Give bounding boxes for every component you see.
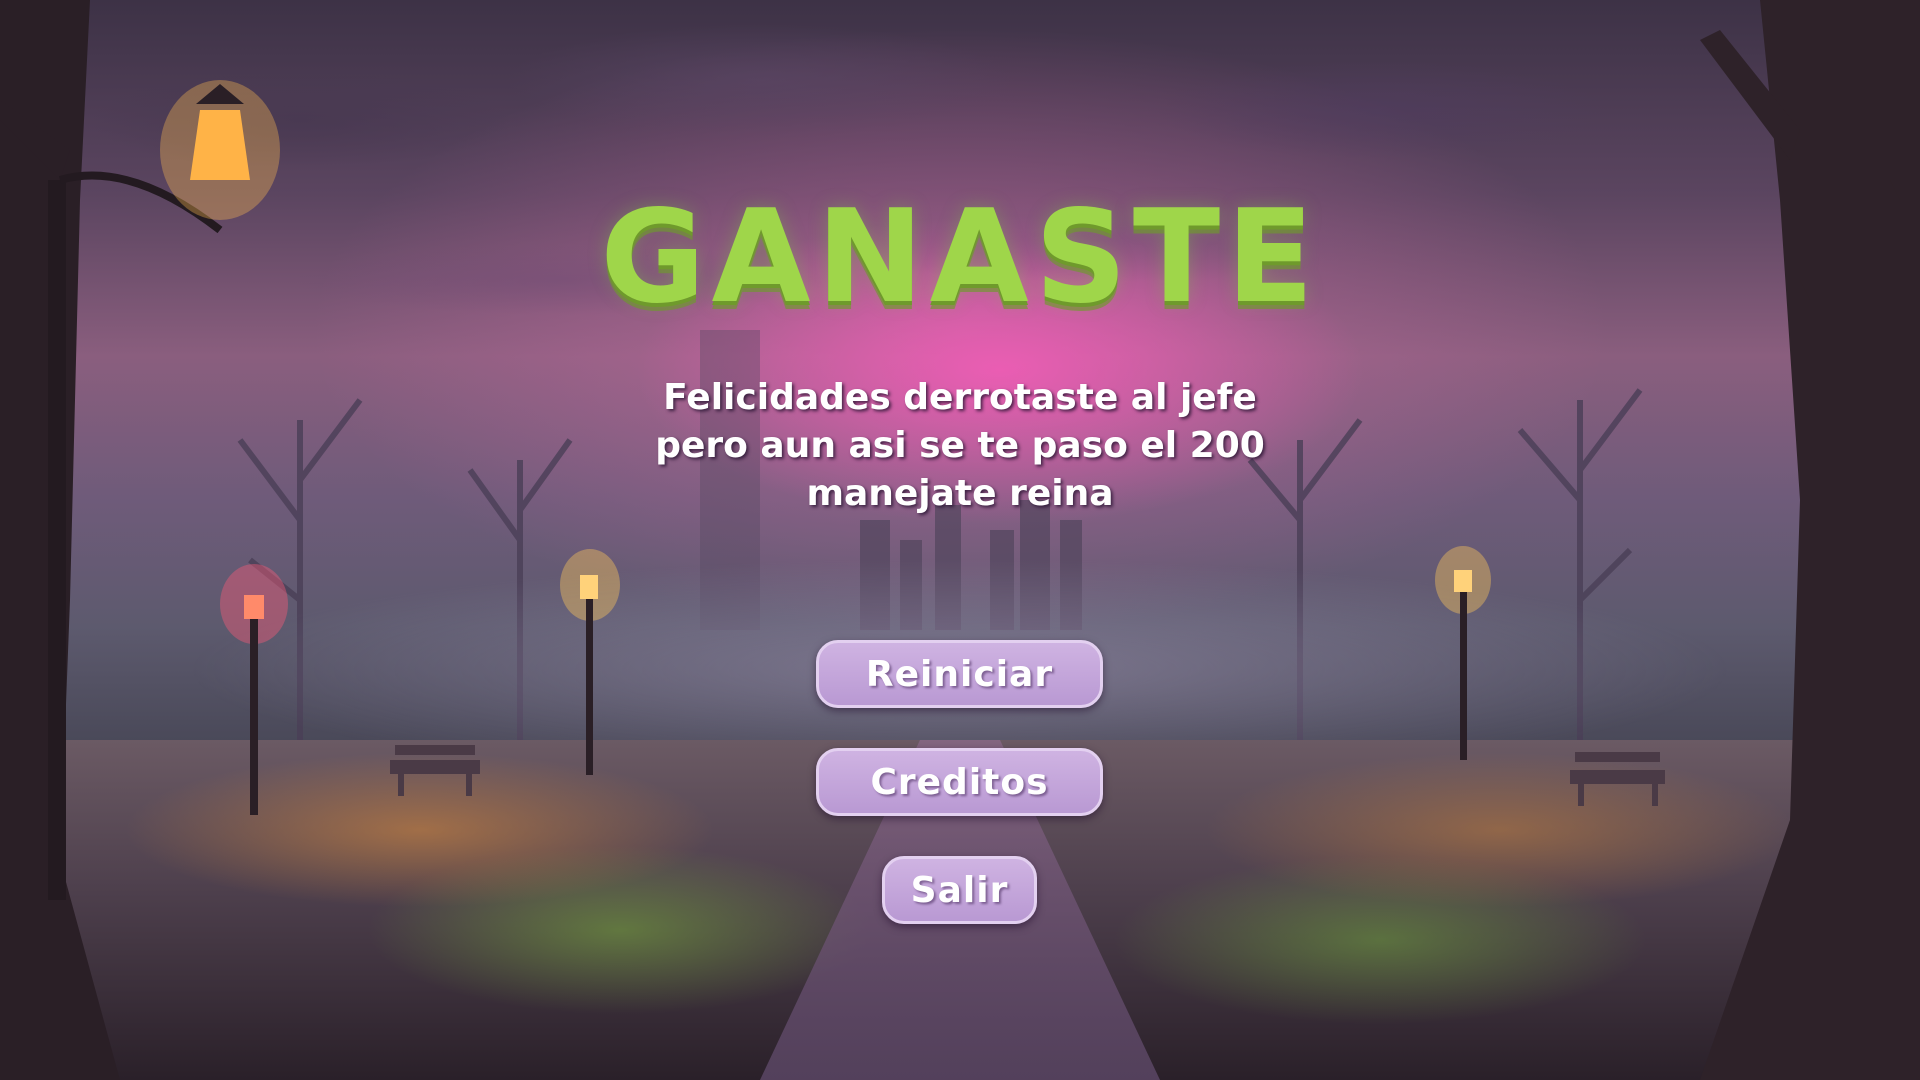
bare-tree-icon xyxy=(1700,0,1920,1080)
victory-title: GANASTE xyxy=(600,183,1320,332)
message-line: manejate reina xyxy=(806,473,1114,514)
message-line: pero aun asi se te paso el 200 xyxy=(655,425,1265,466)
street-lamp-icon xyxy=(1435,546,1491,760)
street-lamp-icon xyxy=(220,564,288,815)
restart-button[interactable]: Reiniciar xyxy=(816,640,1103,708)
bench-icon xyxy=(390,745,480,796)
message-line: Felicidades derrotaste al jefe xyxy=(663,377,1257,418)
street-lamp-icon xyxy=(560,549,620,775)
credits-button[interactable]: Creditos xyxy=(816,748,1103,816)
victory-screen: GANASTE Felicidades derrotaste al jefe p… xyxy=(0,0,1920,1080)
victory-message: Felicidades derrotaste al jefe pero aun … xyxy=(560,374,1360,518)
bench-icon xyxy=(1570,752,1665,806)
exit-button[interactable]: Salir xyxy=(882,856,1037,924)
